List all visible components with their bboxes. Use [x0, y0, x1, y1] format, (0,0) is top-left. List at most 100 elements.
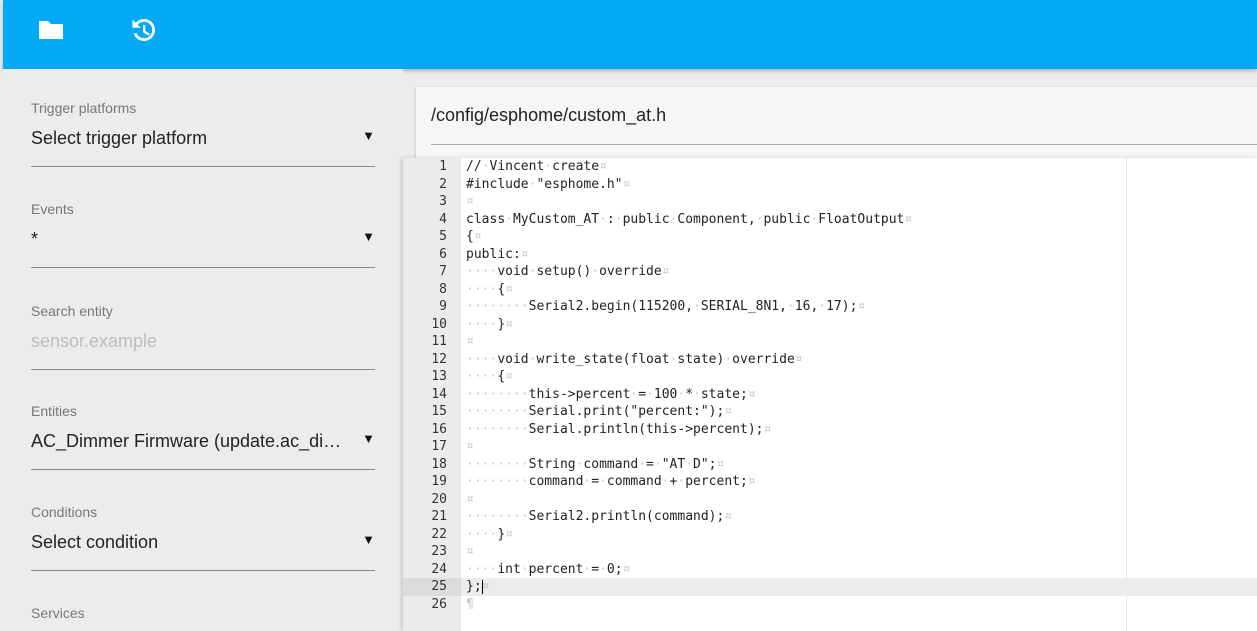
code-text: ····}¤ [466, 526, 513, 542]
code-text: ········Serial2.begin(115200,·SERIAL_8N1… [466, 299, 866, 314]
dropdown-arrow-icon[interactable]: ▼ [362, 229, 375, 244]
code-text: ········Serial2.println(command);¤ [466, 509, 733, 524]
code-line[interactable]: 25 };¤ [403, 578, 1257, 596]
code-line[interactable]: 12 ····void·write_state(float·state)·over… [403, 351, 1257, 369]
line-number: 8 [439, 281, 447, 297]
code-text: ····void·setup()·override¤ [466, 264, 670, 279]
line-number: 10 [431, 316, 447, 332]
line-number: 6 [439, 246, 447, 262]
code-line[interactable]: 7 ····void·setup()·override¤ [403, 263, 1257, 281]
code-editor[interactable]: 1 //·Vincent·create¤ 2 #include·"esphome.h"… [403, 158, 1257, 631]
code-line[interactable]: 13 ····{¤ [403, 368, 1257, 386]
entities-select[interactable]: AC_Dimmer Firmware (update.ac_dimmer_fir… [31, 431, 375, 455]
line-number: 9 [439, 299, 447, 314]
code-text: ¤ [466, 439, 474, 454]
code-text: ¤ [466, 491, 474, 507]
code-line[interactable]: 10 ····}¤ [403, 316, 1257, 334]
code-text: ····}¤ [466, 316, 513, 332]
line-number: 5 [439, 229, 447, 244]
trigger-platforms-field[interactable]: Trigger platforms Select trigger platfor… [31, 100, 375, 167]
events-select[interactable]: * ▼ [31, 229, 375, 253]
code-text: public:¤ [466, 246, 529, 262]
code-text: ········command·=·command·+·percent;¤ [466, 474, 756, 489]
dropdown-arrow-icon[interactable]: ▼ [362, 532, 375, 547]
conditions-field[interactable]: Conditions Select condition ▼ [31, 504, 375, 571]
line-number: 21 [431, 509, 447, 524]
code-text: ····{¤ [466, 281, 513, 297]
line-number: 15 [431, 404, 447, 419]
code-text: };¤ [466, 579, 490, 594]
code-line[interactable]: 18 ········String·command·=·"AT·D";¤ [403, 456, 1257, 474]
code-text: ¤ [466, 194, 474, 209]
field-label: Entities [31, 403, 77, 419]
code-line[interactable]: 17 ¤ [403, 438, 1257, 456]
line-number: 16 [431, 421, 447, 437]
code-line[interactable]: 16 ········Serial.println(this->percent);… [403, 421, 1257, 439]
code-line[interactable]: 2 #include·"esphome.h"¤ [403, 176, 1257, 194]
line-number: 3 [439, 194, 447, 209]
sidebar: Trigger platforms Select trigger platfor… [3, 69, 403, 631]
line-number: 18 [431, 456, 447, 472]
code-text: ¤ [466, 544, 474, 559]
line-number: 1 [439, 159, 447, 174]
line-number: 2 [439, 176, 447, 192]
code-text: class·MyCustom_AT·:·public·Component,·pu… [466, 211, 913, 227]
entities-field[interactable]: Entities AC_Dimmer Firmware (update.ac_d… [31, 403, 375, 470]
code-line[interactable]: 6 public:¤ [403, 246, 1257, 264]
trigger-platform-select[interactable]: Select trigger platform ▼ [31, 128, 375, 152]
code-line[interactable]: 21 ········Serial2.println(command);¤ [403, 508, 1257, 526]
line-number: 26 [431, 596, 447, 612]
code-line[interactable]: 22 ····}¤ [403, 526, 1257, 544]
code-text: ········Serial.print("percent:");¤ [466, 404, 733, 419]
line-number: 24 [431, 561, 447, 577]
events-field[interactable]: Events * ▼ [31, 201, 375, 268]
code-text: #include·"esphome.h"¤ [466, 176, 631, 192]
field-label: Services [31, 605, 85, 621]
field-label: Search entity [31, 303, 113, 319]
code-text: {¤ [466, 229, 482, 244]
line-number: 17 [431, 439, 447, 454]
code-line[interactable]: 24 ····int·percent·=·0;¤ [403, 561, 1257, 579]
code-line[interactable]: 8 ····{¤ [403, 281, 1257, 299]
file-path: /config/esphome/custom_at.h [431, 105, 667, 125]
code-line[interactable]: 19 ········command·=·command·+·percent;¤ [403, 473, 1257, 491]
field-underline [31, 369, 375, 370]
line-number: 7 [439, 264, 447, 279]
code-line[interactable]: 11 ¤ [403, 333, 1257, 351]
code-line[interactable]: 4 class·MyCustom_AT·:·public·Component,·p… [403, 211, 1257, 229]
field-label: Conditions [31, 504, 98, 520]
line-number: 25 [403, 578, 461, 596]
search-entity-field[interactable]: Search entity sensor.example [31, 303, 375, 370]
field-label: Trigger platforms [31, 100, 137, 116]
code-text: ····void·write_state(float·state)·overri… [466, 351, 803, 367]
text-cursor [482, 580, 483, 594]
code-text: ········this->percent·=·100·*·state;¤ [466, 386, 756, 402]
code-line[interactable]: 5 {¤ [403, 228, 1257, 246]
field-underline [31, 166, 375, 167]
code-text: ····int·percent·=·0;¤ [466, 561, 631, 577]
divider [431, 144, 1257, 145]
services-field[interactable]: Services [31, 605, 375, 623]
folder-icon[interactable] [36, 15, 66, 45]
dropdown-arrow-icon[interactable]: ▼ [362, 431, 375, 446]
history-icon[interactable] [128, 15, 158, 45]
dropdown-arrow-icon[interactable]: ▼ [362, 128, 375, 143]
code-text: ¶ [466, 596, 474, 612]
field-underline [31, 267, 375, 268]
code-line[interactable]: 23 ¤ [403, 543, 1257, 561]
line-number: 19 [431, 474, 447, 489]
code-line[interactable]: 14 ········this->percent·=·100·*·state;¤ [403, 386, 1257, 404]
code-text: //·Vincent·create¤ [466, 159, 607, 174]
code-line[interactable]: 1 //·Vincent·create¤ [403, 158, 1257, 176]
search-entity-input[interactable]: sensor.example [31, 331, 375, 355]
code-line[interactable]: 20 ¤ [403, 491, 1257, 509]
line-number: 22 [431, 526, 447, 542]
code-line[interactable]: 26 ¶ [403, 596, 1257, 614]
field-underline [31, 570, 375, 571]
top-toolbar [3, 0, 1257, 69]
code-line[interactable]: 3 ¤ [403, 193, 1257, 211]
conditions-select[interactable]: Select condition ▼ [31, 532, 375, 556]
line-number: 14 [431, 386, 447, 402]
code-line[interactable]: 9 ········Serial2.begin(115200,·SERIAL_8N… [403, 298, 1257, 316]
code-line[interactable]: 15 ········Serial.print("percent:");¤ [403, 403, 1257, 421]
